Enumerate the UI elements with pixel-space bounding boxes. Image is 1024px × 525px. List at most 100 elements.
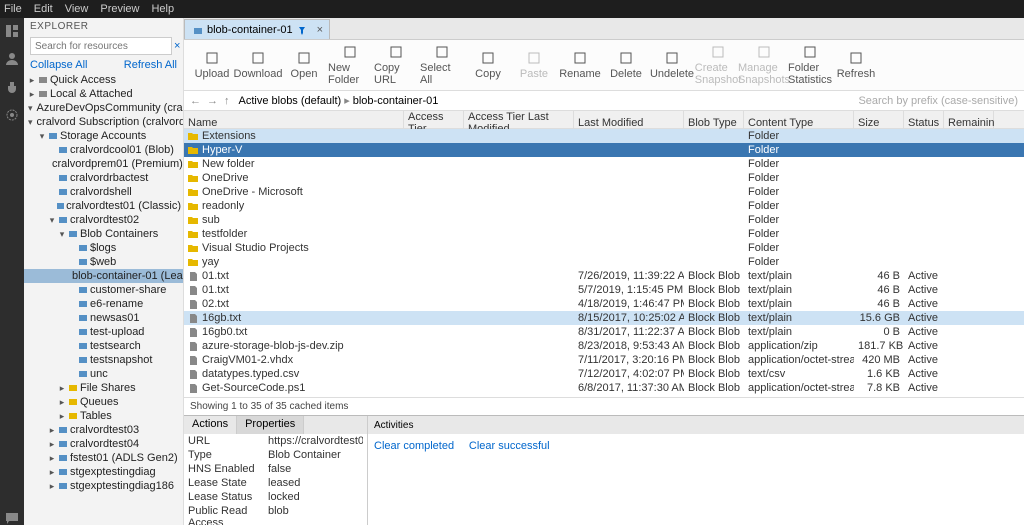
tree-item[interactable]: ▸cralvordtest04 bbox=[24, 437, 183, 451]
table-row[interactable]: azure-storage-blob-js-dev.zip8/23/2018, … bbox=[184, 339, 1024, 353]
download-button[interactable]: Download bbox=[236, 50, 280, 80]
tree-item[interactable]: blob-container-01 (Leased) bbox=[24, 269, 183, 283]
nav-back-icon[interactable]: ← bbox=[190, 95, 201, 107]
plug-icon[interactable] bbox=[5, 80, 19, 94]
copy-button[interactable]: Copy bbox=[466, 50, 510, 80]
menu-preview[interactable]: Preview bbox=[100, 3, 139, 15]
undelete-button[interactable]: Undelete bbox=[650, 50, 694, 80]
pin-icon[interactable] bbox=[297, 25, 307, 35]
rename-button[interactable]: Rename bbox=[558, 50, 602, 80]
container-icon bbox=[68, 229, 78, 239]
explorer-icon[interactable] bbox=[5, 24, 19, 38]
tree-item[interactable]: testsearch bbox=[24, 339, 183, 353]
table-row[interactable]: OneDrive - MicrosoftFolder bbox=[184, 185, 1024, 199]
table-row[interactable]: New folderFolder bbox=[184, 157, 1024, 171]
tree-item[interactable]: ▸fstest01 (ADLS Gen2) bbox=[24, 451, 183, 465]
tree-item[interactable]: customer-share bbox=[24, 283, 183, 297]
menu-file[interactable]: File bbox=[4, 3, 22, 15]
tree-item[interactable]: ▾AzureDevOpsCommunity (cralvord@microso bbox=[24, 101, 183, 115]
table-row[interactable]: testfolderFolder bbox=[184, 227, 1024, 241]
tree-item[interactable]: ▾Storage Accounts bbox=[24, 129, 183, 143]
tree-item[interactable]: ▾Blob Containers bbox=[24, 227, 183, 241]
open-button[interactable]: Open bbox=[282, 50, 326, 80]
settings-icon[interactable] bbox=[5, 108, 19, 122]
tree-item[interactable]: ▾cralvord Subscription (cralvord@microso… bbox=[24, 115, 183, 129]
breadcrumb-active-blobs[interactable]: Active blobs (default) bbox=[239, 95, 342, 107]
row-name: OneDrive - Microsoft bbox=[202, 186, 303, 198]
refresh-all-link[interactable]: Refresh All bbox=[124, 59, 177, 71]
tree-item[interactable]: unc bbox=[24, 367, 183, 381]
tree-item[interactable]: cralvordtest01 (Classic) bbox=[24, 199, 183, 213]
tab-properties[interactable]: Properties bbox=[237, 416, 304, 434]
tree-item[interactable]: $web bbox=[24, 255, 183, 269]
feedback-icon[interactable] bbox=[5, 511, 19, 525]
copy-url-button[interactable]: Copy URL bbox=[374, 44, 418, 86]
menu-edit[interactable]: Edit bbox=[34, 3, 53, 15]
menu-help[interactable]: Help bbox=[151, 3, 174, 15]
search-input[interactable] bbox=[30, 37, 172, 55]
tree-item[interactable]: ▸stgexptestingdiag186 bbox=[24, 479, 183, 493]
table-row[interactable]: ExtensionsFolder bbox=[184, 129, 1024, 143]
tree-item[interactable]: ▸Queues bbox=[24, 395, 183, 409]
table-row[interactable]: 16gb0.txt8/31/2017, 11:22:37 AMBlock Blo… bbox=[184, 325, 1024, 339]
menu-view[interactable]: View bbox=[65, 3, 89, 15]
tree-item[interactable]: $logs bbox=[24, 241, 183, 255]
tree-item[interactable]: testsnapshot bbox=[24, 353, 183, 367]
account-icon[interactable] bbox=[5, 52, 19, 66]
table-row[interactable]: datatypes.typed.csv7/12/2017, 4:02:07 PM… bbox=[184, 367, 1024, 381]
upload-button[interactable]: Upload bbox=[190, 50, 234, 80]
table-row[interactable]: readonlyFolder bbox=[184, 199, 1024, 213]
delete-button[interactable]: Delete bbox=[604, 50, 648, 80]
table-row[interactable]: CraigVM01-2.vhdx7/11/2017, 3:20:16 PMBlo… bbox=[184, 353, 1024, 367]
refresh-button[interactable]: Refresh bbox=[834, 50, 878, 80]
table-row[interactable]: Get-SourceCode.ps16/8/2017, 11:37:30 AMB… bbox=[184, 381, 1024, 395]
clear-search-icon[interactable]: × bbox=[174, 40, 180, 52]
tab-blob-container[interactable]: blob-container-01 × bbox=[184, 19, 330, 39]
tree-item[interactable]: cralvordrbactest bbox=[24, 171, 183, 185]
download-icon bbox=[250, 50, 266, 66]
table-row[interactable]: 01.txt5/7/2019, 1:15:45 PMBlock Blobtext… bbox=[184, 283, 1024, 297]
file-icon bbox=[188, 383, 198, 393]
table-row[interactable]: subFolder bbox=[184, 213, 1024, 227]
tree-item[interactable]: newsas01 bbox=[24, 311, 183, 325]
breadcrumb-current[interactable]: blob-container-01 bbox=[353, 95, 439, 107]
row-blobtype: Block Blob bbox=[684, 270, 744, 282]
tree-item[interactable]: cralvordshell bbox=[24, 185, 183, 199]
nav-up-icon[interactable]: ↑ bbox=[224, 95, 230, 107]
tree-item[interactable]: cralvordcool01 (Blob) bbox=[24, 143, 183, 157]
new-folder-button[interactable]: New Folder bbox=[328, 44, 372, 86]
table-row[interactable]: 16gb.txt8/15/2017, 10:25:02 AMBlock Blob… bbox=[184, 311, 1024, 325]
table-row[interactable]: Visual Studio ProjectsFolder bbox=[184, 241, 1024, 255]
select-all-button[interactable]: Select All bbox=[420, 44, 464, 86]
row-contenttype: text/plain bbox=[744, 312, 854, 324]
tree-item[interactable]: ▸cralvordtest03 bbox=[24, 423, 183, 437]
grid-header: NameAccess TierAccess Tier Last Modified… bbox=[184, 111, 1024, 129]
folder-stats-button[interactable]: Folder Statistics bbox=[788, 44, 832, 86]
table-row[interactable]: Hyper-VFolder bbox=[184, 143, 1024, 157]
clear-completed-link[interactable]: Clear completed bbox=[374, 440, 454, 452]
clear-successful-link[interactable]: Clear successful bbox=[469, 440, 550, 452]
prop-key: URL bbox=[188, 435, 268, 447]
table-row[interactable]: OneDriveFolder bbox=[184, 171, 1024, 185]
tree-item[interactable]: ▾cralvordtest02 bbox=[24, 213, 183, 227]
row-size: 0 B bbox=[854, 326, 904, 338]
table-row[interactable]: yayFolder bbox=[184, 255, 1024, 269]
close-tab-icon[interactable]: × bbox=[317, 24, 323, 36]
collapse-all-link[interactable]: Collapse All bbox=[30, 59, 87, 71]
tree-item[interactable]: cralvordprem01 (Premium) bbox=[24, 157, 183, 171]
tree-item[interactable]: ▸stgexptestingdiag bbox=[24, 465, 183, 479]
tree-label: fstest01 (ADLS Gen2) bbox=[70, 452, 178, 464]
tree-label: e6-rename bbox=[90, 298, 143, 310]
tree-item[interactable]: ▸Local & Attached bbox=[24, 87, 183, 101]
tree-item[interactable]: ▸File Shares bbox=[24, 381, 183, 395]
tree-item[interactable]: test-upload bbox=[24, 325, 183, 339]
table-row[interactable]: 01.txt7/26/2019, 11:39:22 AMBlock Blobte… bbox=[184, 269, 1024, 283]
container-icon bbox=[78, 313, 88, 323]
tree-item[interactable]: ▸Tables bbox=[24, 409, 183, 423]
tab-actions[interactable]: Actions bbox=[184, 416, 237, 434]
nav-fwd-icon[interactable]: → bbox=[207, 95, 218, 107]
tree-item[interactable]: e6-rename bbox=[24, 297, 183, 311]
prefix-search[interactable]: Search by prefix (case-sensitive) bbox=[858, 95, 1018, 107]
table-row[interactable]: 02.txt4/18/2019, 1:46:47 PMBlock Blobtex… bbox=[184, 297, 1024, 311]
tree-item[interactable]: ▸Quick Access bbox=[24, 73, 183, 87]
